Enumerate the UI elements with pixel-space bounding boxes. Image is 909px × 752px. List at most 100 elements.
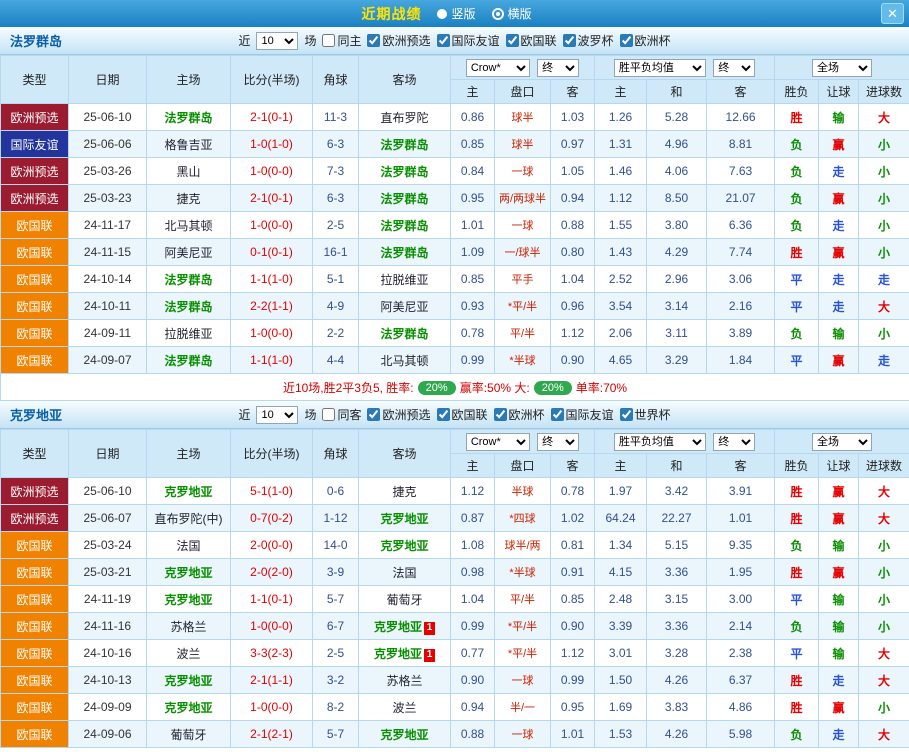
team-name[interactable]: 法罗群岛 [380, 138, 428, 152]
layout-radio-horizontal[interactable]: 横版 [492, 5, 532, 22]
team-name[interactable]: 格鲁吉亚 [164, 138, 212, 152]
final-odds-select[interactable]: 终 [537, 59, 579, 77]
competition-checkbox[interactable] [506, 34, 519, 47]
match-count-select[interactable]: 10 [256, 32, 298, 50]
home-team-cell[interactable]: 克罗地亚 [147, 694, 231, 721]
away-team-cell[interactable]: 拉脱维亚 [359, 266, 451, 293]
away-team-cell[interactable]: 法罗群岛 [359, 212, 451, 239]
scope-select[interactable]: 全场 [812, 59, 872, 77]
competition-filter[interactable]: 波罗杯 [563, 32, 614, 49]
competition-checkbox[interactable] [563, 34, 576, 47]
same-venue-checkbox[interactable] [322, 34, 335, 47]
team-name[interactable]: 克罗地亚 [164, 674, 212, 688]
home-team-cell[interactable]: 葡萄牙 [147, 721, 231, 748]
away-team-cell[interactable]: 法罗群岛 [359, 320, 451, 347]
competition-filter[interactable]: 国际友谊 [437, 32, 500, 49]
competition-filter[interactable]: 欧洲杯 [620, 32, 671, 49]
home-team-cell[interactable]: 北马其顿 [147, 212, 231, 239]
home-team-cell[interactable]: 法罗群岛 [147, 104, 231, 131]
competition-filter[interactable]: 欧洲预选 [367, 406, 430, 423]
final-odds-select[interactable]: 终 [537, 433, 579, 451]
away-team-cell[interactable]: 波兰 [359, 694, 451, 721]
team-name[interactable]: 法国 [176, 539, 200, 553]
team-name[interactable]: 克罗地亚 [380, 539, 428, 553]
team-name[interactable]: 法罗群岛 [164, 273, 212, 287]
home-team-cell[interactable]: 法国 [147, 532, 231, 559]
competition-filter[interactable]: 欧国联 [437, 406, 488, 423]
same-venue-filter[interactable]: 同主 [322, 32, 361, 49]
team-name[interactable]: 克罗地亚 [380, 512, 428, 526]
competition-filter[interactable]: 国际友谊 [551, 406, 614, 423]
team-name[interactable]: 法罗群岛 [380, 246, 428, 260]
same-venue-checkbox[interactable] [322, 408, 335, 421]
competition-checkbox[interactable] [367, 34, 380, 47]
match-count-select[interactable]: 10 [256, 406, 298, 424]
team-name[interactable]: 克罗地亚 [164, 485, 212, 499]
competition-checkbox[interactable] [494, 408, 507, 421]
team-name[interactable]: 阿美尼亚 [164, 246, 212, 260]
home-team-cell[interactable]: 克罗地亚 [147, 559, 231, 586]
scope-select[interactable]: 全场 [812, 433, 872, 451]
team-name[interactable]: 黑山 [176, 165, 200, 179]
home-team-cell[interactable]: 捷克 [147, 185, 231, 212]
team-name[interactable]: 波兰 [176, 647, 200, 661]
final-odds-select[interactable]: 终 [713, 433, 755, 451]
team-name[interactable]: 苏格兰 [170, 620, 206, 634]
team-name[interactable]: 克罗地亚 [164, 701, 212, 715]
team-name[interactable]: 葡萄牙 [386, 593, 422, 607]
home-team-cell[interactable]: 黑山 [147, 158, 231, 185]
home-team-cell[interactable]: 克罗地亚 [147, 667, 231, 694]
team-name[interactable]: 法罗群岛 [380, 165, 428, 179]
team-name[interactable]: 法罗群岛 [380, 327, 428, 341]
away-team-cell[interactable]: 法罗群岛 [359, 239, 451, 266]
home-team-cell[interactable]: 拉脱维亚 [147, 320, 231, 347]
team-name[interactable]: 克罗地亚 [374, 620, 422, 634]
team-name[interactable]: 北马其顿 [380, 354, 428, 368]
team-name[interactable]: 波兰 [392, 701, 416, 715]
team-name[interactable]: 拉脱维亚 [164, 327, 212, 341]
home-team-cell[interactable]: 法罗群岛 [147, 293, 231, 320]
home-team-cell[interactable]: 克罗地亚 [147, 586, 231, 613]
final-odds-select[interactable]: 终 [713, 59, 755, 77]
team-name[interactable]: 克罗地亚 [164, 566, 212, 580]
team-name[interactable]: 法罗群岛 [380, 219, 428, 233]
away-team-cell[interactable]: 法罗群岛 [359, 131, 451, 158]
team-name[interactable]: 捷克 [176, 192, 200, 206]
competition-filter[interactable]: 欧国联 [506, 32, 557, 49]
layout-radio-vertical[interactable]: 竖版 [437, 5, 475, 22]
bookmaker-select[interactable]: Crow* [466, 59, 530, 77]
away-team-cell[interactable]: 北马其顿 [359, 347, 451, 374]
away-team-cell[interactable]: 法罗群岛 [359, 158, 451, 185]
home-team-cell[interactable]: 法罗群岛 [147, 347, 231, 374]
team-name[interactable]: 北马其顿 [164, 219, 212, 233]
away-team-cell[interactable]: 法国 [359, 559, 451, 586]
team-name[interactable]: 克罗地亚 [164, 593, 212, 607]
avg-odds-select[interactable]: 胜平负均值 [614, 59, 706, 77]
home-team-cell[interactable]: 苏格兰 [147, 613, 231, 640]
away-team-cell[interactable]: 克罗地亚1 [359, 613, 451, 640]
competition-checkbox[interactable] [437, 34, 450, 47]
away-team-cell[interactable]: 直布罗陀 [359, 104, 451, 131]
avg-odds-select[interactable]: 胜平负均值 [614, 433, 706, 451]
home-team-cell[interactable]: 法罗群岛 [147, 266, 231, 293]
away-team-cell[interactable]: 克罗地亚 [359, 505, 451, 532]
team-name[interactable]: 法罗群岛 [164, 111, 212, 125]
team-name[interactable]: 法罗群岛 [380, 192, 428, 206]
home-team-cell[interactable]: 格鲁吉亚 [147, 131, 231, 158]
competition-filter[interactable]: 世界杯 [620, 406, 671, 423]
away-team-cell[interactable]: 克罗地亚1 [359, 640, 451, 667]
home-team-cell[interactable]: 克罗地亚 [147, 478, 231, 505]
competition-checkbox[interactable] [437, 408, 450, 421]
bookmaker-select[interactable]: Crow* [466, 433, 530, 451]
competition-checkbox[interactable] [551, 408, 564, 421]
home-team-cell[interactable]: 阿美尼亚 [147, 239, 231, 266]
away-team-cell[interactable]: 苏格兰 [359, 667, 451, 694]
team-name[interactable]: 法罗群岛 [164, 354, 212, 368]
competition-checkbox[interactable] [367, 408, 380, 421]
team-name[interactable]: 苏格兰 [386, 674, 422, 688]
close-icon[interactable]: ✕ [881, 3, 904, 24]
away-team-cell[interactable]: 法罗群岛 [359, 185, 451, 212]
away-team-cell[interactable]: 捷克 [359, 478, 451, 505]
home-team-cell[interactable]: 直布罗陀(中) [147, 505, 231, 532]
competition-checkbox[interactable] [620, 408, 633, 421]
